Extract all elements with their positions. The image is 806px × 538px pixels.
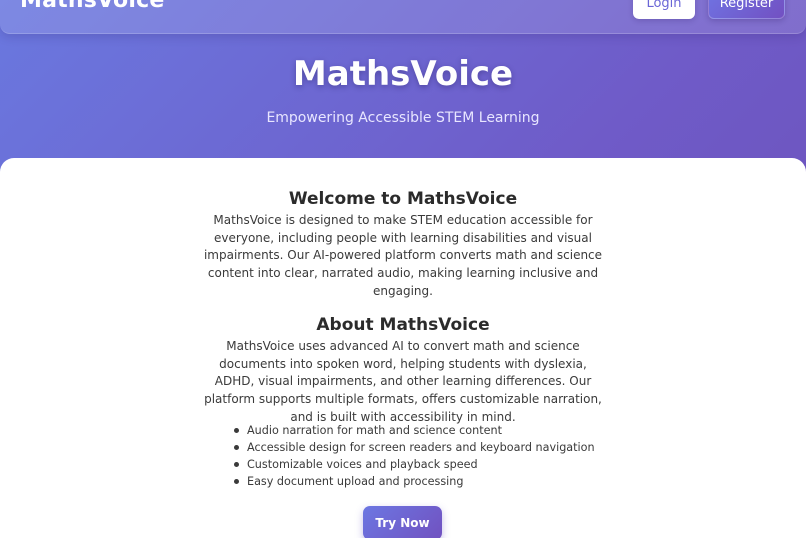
hero-title: MathsVoice: [292, 54, 514, 94]
feature-item: Easy document upload and processing: [231, 473, 591, 490]
about-text: MathsVoice uses advanced AI to convert m…: [204, 339, 602, 424]
feature-item: Audio narration for math and science con…: [231, 422, 591, 439]
about-title: About MathsVoice: [316, 315, 490, 335]
feature-text: Audio narration for math and science con…: [247, 424, 502, 437]
main-content: Welcome to MathsVoice MathsVoice is desi…: [0, 158, 806, 538]
brand-logo[interactable]: MathsVoice: [20, 0, 164, 13]
welcome-text: MathsVoice is designed to make STEM educ…: [203, 213, 603, 298]
bullet-icon: [234, 445, 239, 450]
feature-item: Customizable voices and playback speed: [231, 456, 591, 473]
bullet-icon: [234, 479, 239, 484]
feature-text: Easy document upload and processing: [247, 475, 464, 488]
register-button[interactable]: Register: [708, 0, 785, 19]
hero-subtitle: Empowering Accessible STEM Learning: [266, 110, 540, 126]
feature-text: Accessible design for screen readers and…: [247, 441, 595, 454]
bullet-icon: [234, 428, 239, 433]
try-now-button[interactable]: Try Now: [363, 506, 442, 538]
feature-text: Customizable voices and playback speed: [247, 458, 478, 471]
welcome-title: Welcome to MathsVoice: [288, 189, 518, 209]
feature-list: Audio narration for math and science con…: [231, 422, 595, 490]
login-button[interactable]: Login: [633, 0, 695, 19]
feature-item: Accessible design for screen readers and…: [231, 439, 595, 456]
page: MathsVoice Login Register MathsVoice Emp…: [0, 0, 806, 538]
bullet-icon: [234, 462, 239, 467]
navbar: MathsVoice Login Register: [0, 0, 806, 34]
